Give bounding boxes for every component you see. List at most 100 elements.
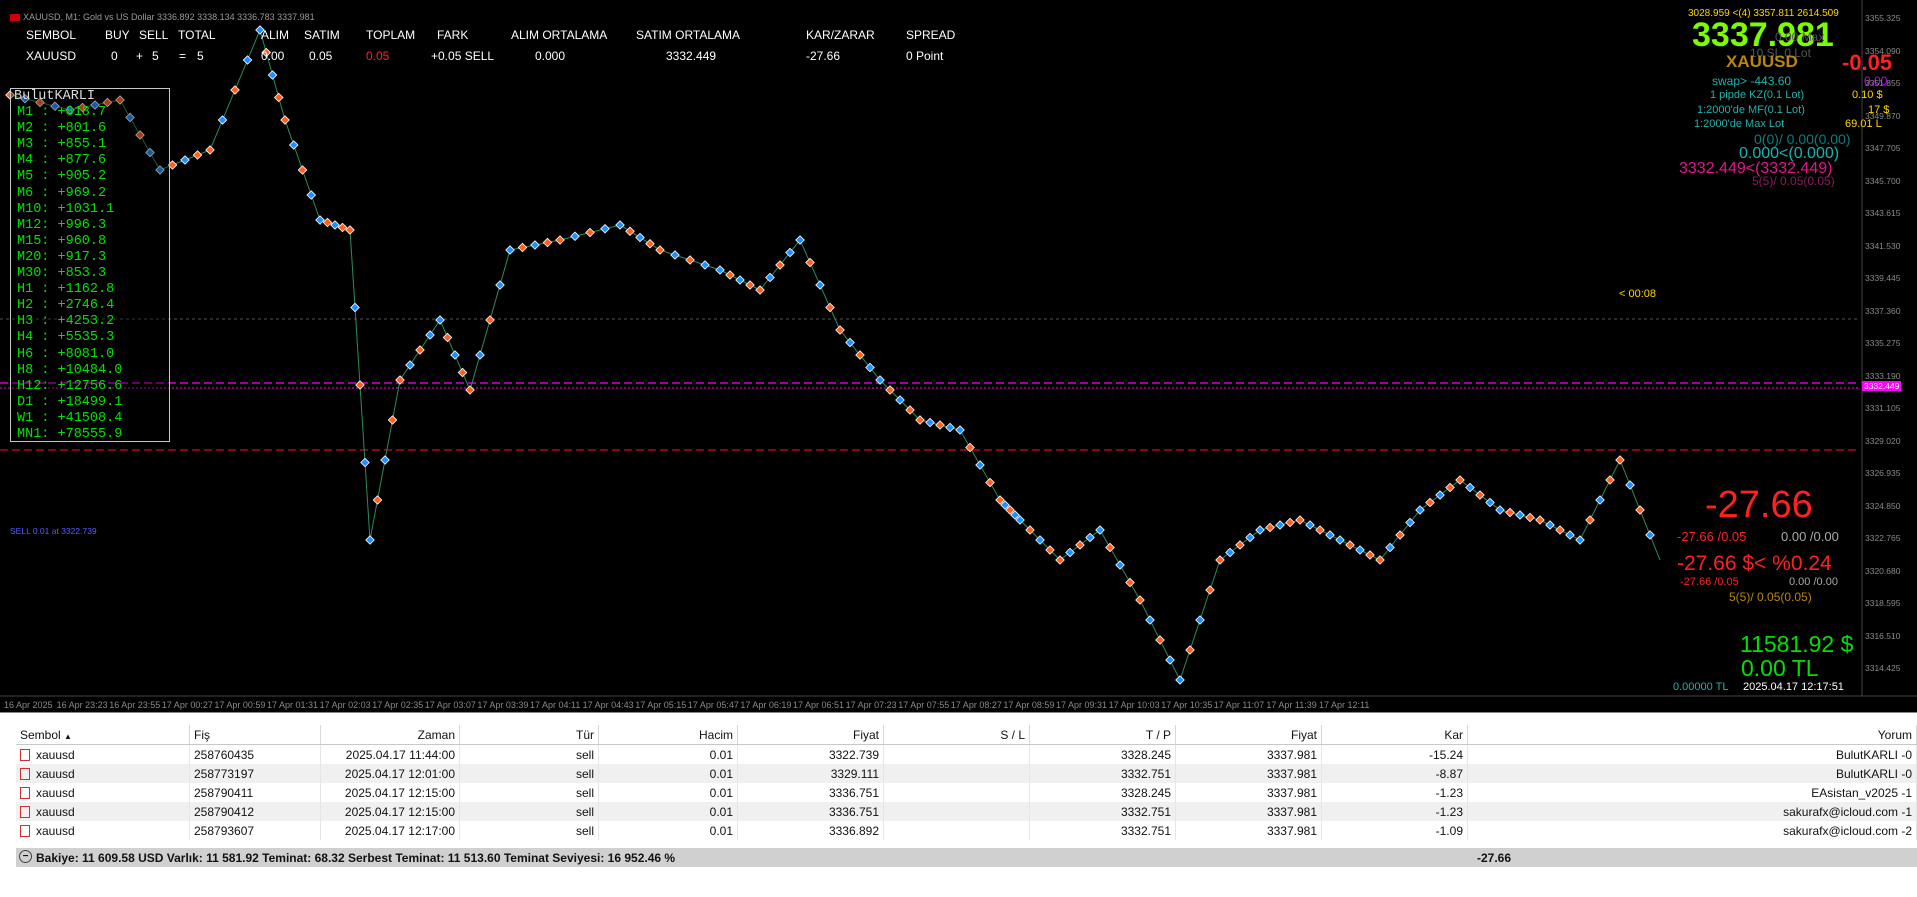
trade-marker: [1325, 530, 1335, 540]
price-tick-label: 3318.595: [1865, 598, 1901, 608]
trade-marker: [1195, 615, 1205, 625]
trade-cell: 258790411: [189, 783, 321, 802]
trade-marker: [505, 245, 515, 255]
col-fis[interactable]: Fiş: [189, 725, 321, 745]
big-profit-loss: -27.66: [1705, 484, 1813, 526]
collapse-icon[interactable]: −: [19, 850, 32, 863]
timeframe-row: MN1: +78555.9: [17, 426, 123, 442]
trade-cell: 3332.751: [1029, 764, 1176, 783]
trade-marker: [297, 165, 308, 175]
trade-symbol-cell: xauusd: [16, 744, 190, 764]
timeframe-row: H3 : +4253.2: [17, 314, 115, 330]
trade-marker: [450, 350, 460, 360]
col-fiyat[interactable]: Fiyat: [737, 725, 884, 745]
trade-doc-icon: [20, 749, 30, 762]
col-sembol[interactable]: Sembol ▲: [16, 725, 190, 745]
col-yorum[interactable]: Yorum: [1467, 725, 1917, 745]
mf-label: 1:2000'de MF(0.1 Lot): [1697, 104, 1805, 116]
trade-cell: [883, 744, 1030, 764]
col-tur[interactable]: Tür: [459, 725, 599, 745]
trade-marker: [1155, 635, 1165, 645]
col-tp[interactable]: T / P: [1029, 725, 1176, 745]
trade-cell: 3337.981: [1175, 783, 1322, 802]
trade-marker: [1485, 497, 1495, 508]
profit-loss-zero: 0.00 /0.00: [1781, 529, 1839, 544]
price-tick-label: 3351.855: [1865, 78, 1901, 88]
trade-doc-icon: [20, 825, 30, 838]
time-tick-label: 17 Apr 02:03: [319, 700, 371, 710]
trade-symbol-cell: xauusd: [16, 802, 190, 821]
trade-marker: [1265, 522, 1275, 533]
trade-marker: [1275, 520, 1285, 530]
trade-cell: sell: [459, 744, 599, 764]
time-tick-label: 17 Apr 06:51: [793, 700, 845, 710]
trade-cell: 3337.981: [1175, 821, 1322, 840]
trade-row[interactable]: xauusd 258790412 2025.04.17 12:15:00 sell 0.…: [16, 802, 1917, 821]
price-chart[interactable]: XAUUSD, M1: Gold vs US Dollar 3336.892 3…: [0, 0, 1917, 712]
trade-cell: 3322.739: [737, 744, 884, 764]
trade-marker: [1115, 560, 1125, 570]
trade-cell: 0.01: [598, 783, 738, 802]
col-kar[interactable]: Kar: [1321, 725, 1468, 745]
average-price-tag: 3332.449: [1862, 381, 1902, 391]
price-tick-label: 3320.680: [1865, 565, 1901, 576]
trade-marker: [267, 70, 278, 80]
price-tick-label: 3333.190: [1865, 370, 1901, 381]
trade-marker: [425, 330, 435, 340]
time-tick-label: 16 Apr 2025: [4, 700, 53, 710]
trade-doc-icon: [20, 787, 30, 800]
total-profit: -27.66: [1477, 851, 1512, 865]
trade-marker: [1175, 675, 1185, 685]
timeframe-row: H2 : +2746.4: [17, 298, 115, 314]
price-tick-label: 3329.020: [1865, 435, 1901, 446]
col-zaman[interactable]: Zaman: [320, 725, 460, 745]
header-buy: 0: [111, 49, 118, 63]
time-tick-label: 17 Apr 00:27: [161, 700, 213, 710]
trade-marker: [457, 367, 468, 378]
price-tick-label: 3343.615: [1865, 208, 1901, 218]
balance-tl-small: 0.00000 TL: [1673, 681, 1729, 693]
pipde-label: 1 pipde KZ(0.1 Lot): [1710, 89, 1805, 101]
trade-row[interactable]: xauusd 258790411 2025.04.17 12:15:00 sell 0.…: [16, 783, 1917, 802]
trade-marker: [1425, 497, 1435, 508]
trade-row[interactable]: xauusd 258773197 2025.04.17 12:01:00 sell 0.…: [16, 764, 1917, 783]
trade-marker: [1625, 480, 1635, 490]
trade-marker: [625, 226, 635, 237]
trade-marker: [945, 422, 955, 433]
trade-marker: [745, 280, 755, 290]
trade-cell: 258790412: [189, 802, 321, 821]
trade-marker: [360, 457, 370, 468]
account-summary-row[interactable]: − Bakiye: 11 609.58 USD Varlık: 11 581.9…: [16, 848, 1917, 867]
trade-symbol: xauusd: [36, 823, 75, 838]
price-tick-label: 3349.870: [1865, 110, 1901, 121]
time-tick-label: 17 Apr 12:11: [1319, 700, 1370, 710]
header-toplam: 0.05: [366, 49, 390, 63]
trade-cell: 3328.245: [1029, 783, 1176, 802]
trade-marker: [1345, 540, 1355, 550]
trade-marker: [387, 415, 398, 425]
col-fiyat-current[interactable]: Fiyat: [1175, 725, 1322, 745]
trade-row[interactable]: xauusd 258793607 2025.04.17 12:17:00 sell 0.…: [16, 821, 1917, 840]
trade-cell: 0.01: [598, 821, 738, 840]
trade-marker: [1085, 532, 1095, 543]
trade-marker: [1245, 532, 1255, 543]
trade-cell: 3332.751: [1029, 802, 1176, 821]
trade-marker: [1505, 507, 1515, 518]
profit-loss-lots: -27.66 /0.05: [1677, 529, 1747, 544]
time-tick-label: 17 Apr 02:35: [372, 700, 424, 710]
col-sl[interactable]: S / L: [883, 725, 1030, 745]
timeframe-row: M12: +996.3: [17, 217, 107, 233]
trade-marker: [306, 190, 317, 200]
header-alim: 0.00: [261, 49, 285, 63]
header-label-satim: SATIM: [304, 28, 340, 42]
trade-marker: [715, 265, 725, 275]
header-plus: +: [136, 49, 144, 63]
price-tick-label: 3314.425: [1865, 663, 1901, 673]
sell-summary: 5(5)/ 0.05(0.05): [1752, 174, 1835, 188]
trade-marker: [372, 495, 383, 505]
col-hacim[interactable]: Hacim: [598, 725, 738, 745]
trade-row[interactable]: xauusd 258760435 2025.04.17 11:44:00 sell 0.…: [16, 744, 1917, 764]
trade-marker: [517, 242, 528, 253]
header-label-sell: SELL: [139, 28, 169, 42]
trade-marker: [192, 150, 203, 160]
